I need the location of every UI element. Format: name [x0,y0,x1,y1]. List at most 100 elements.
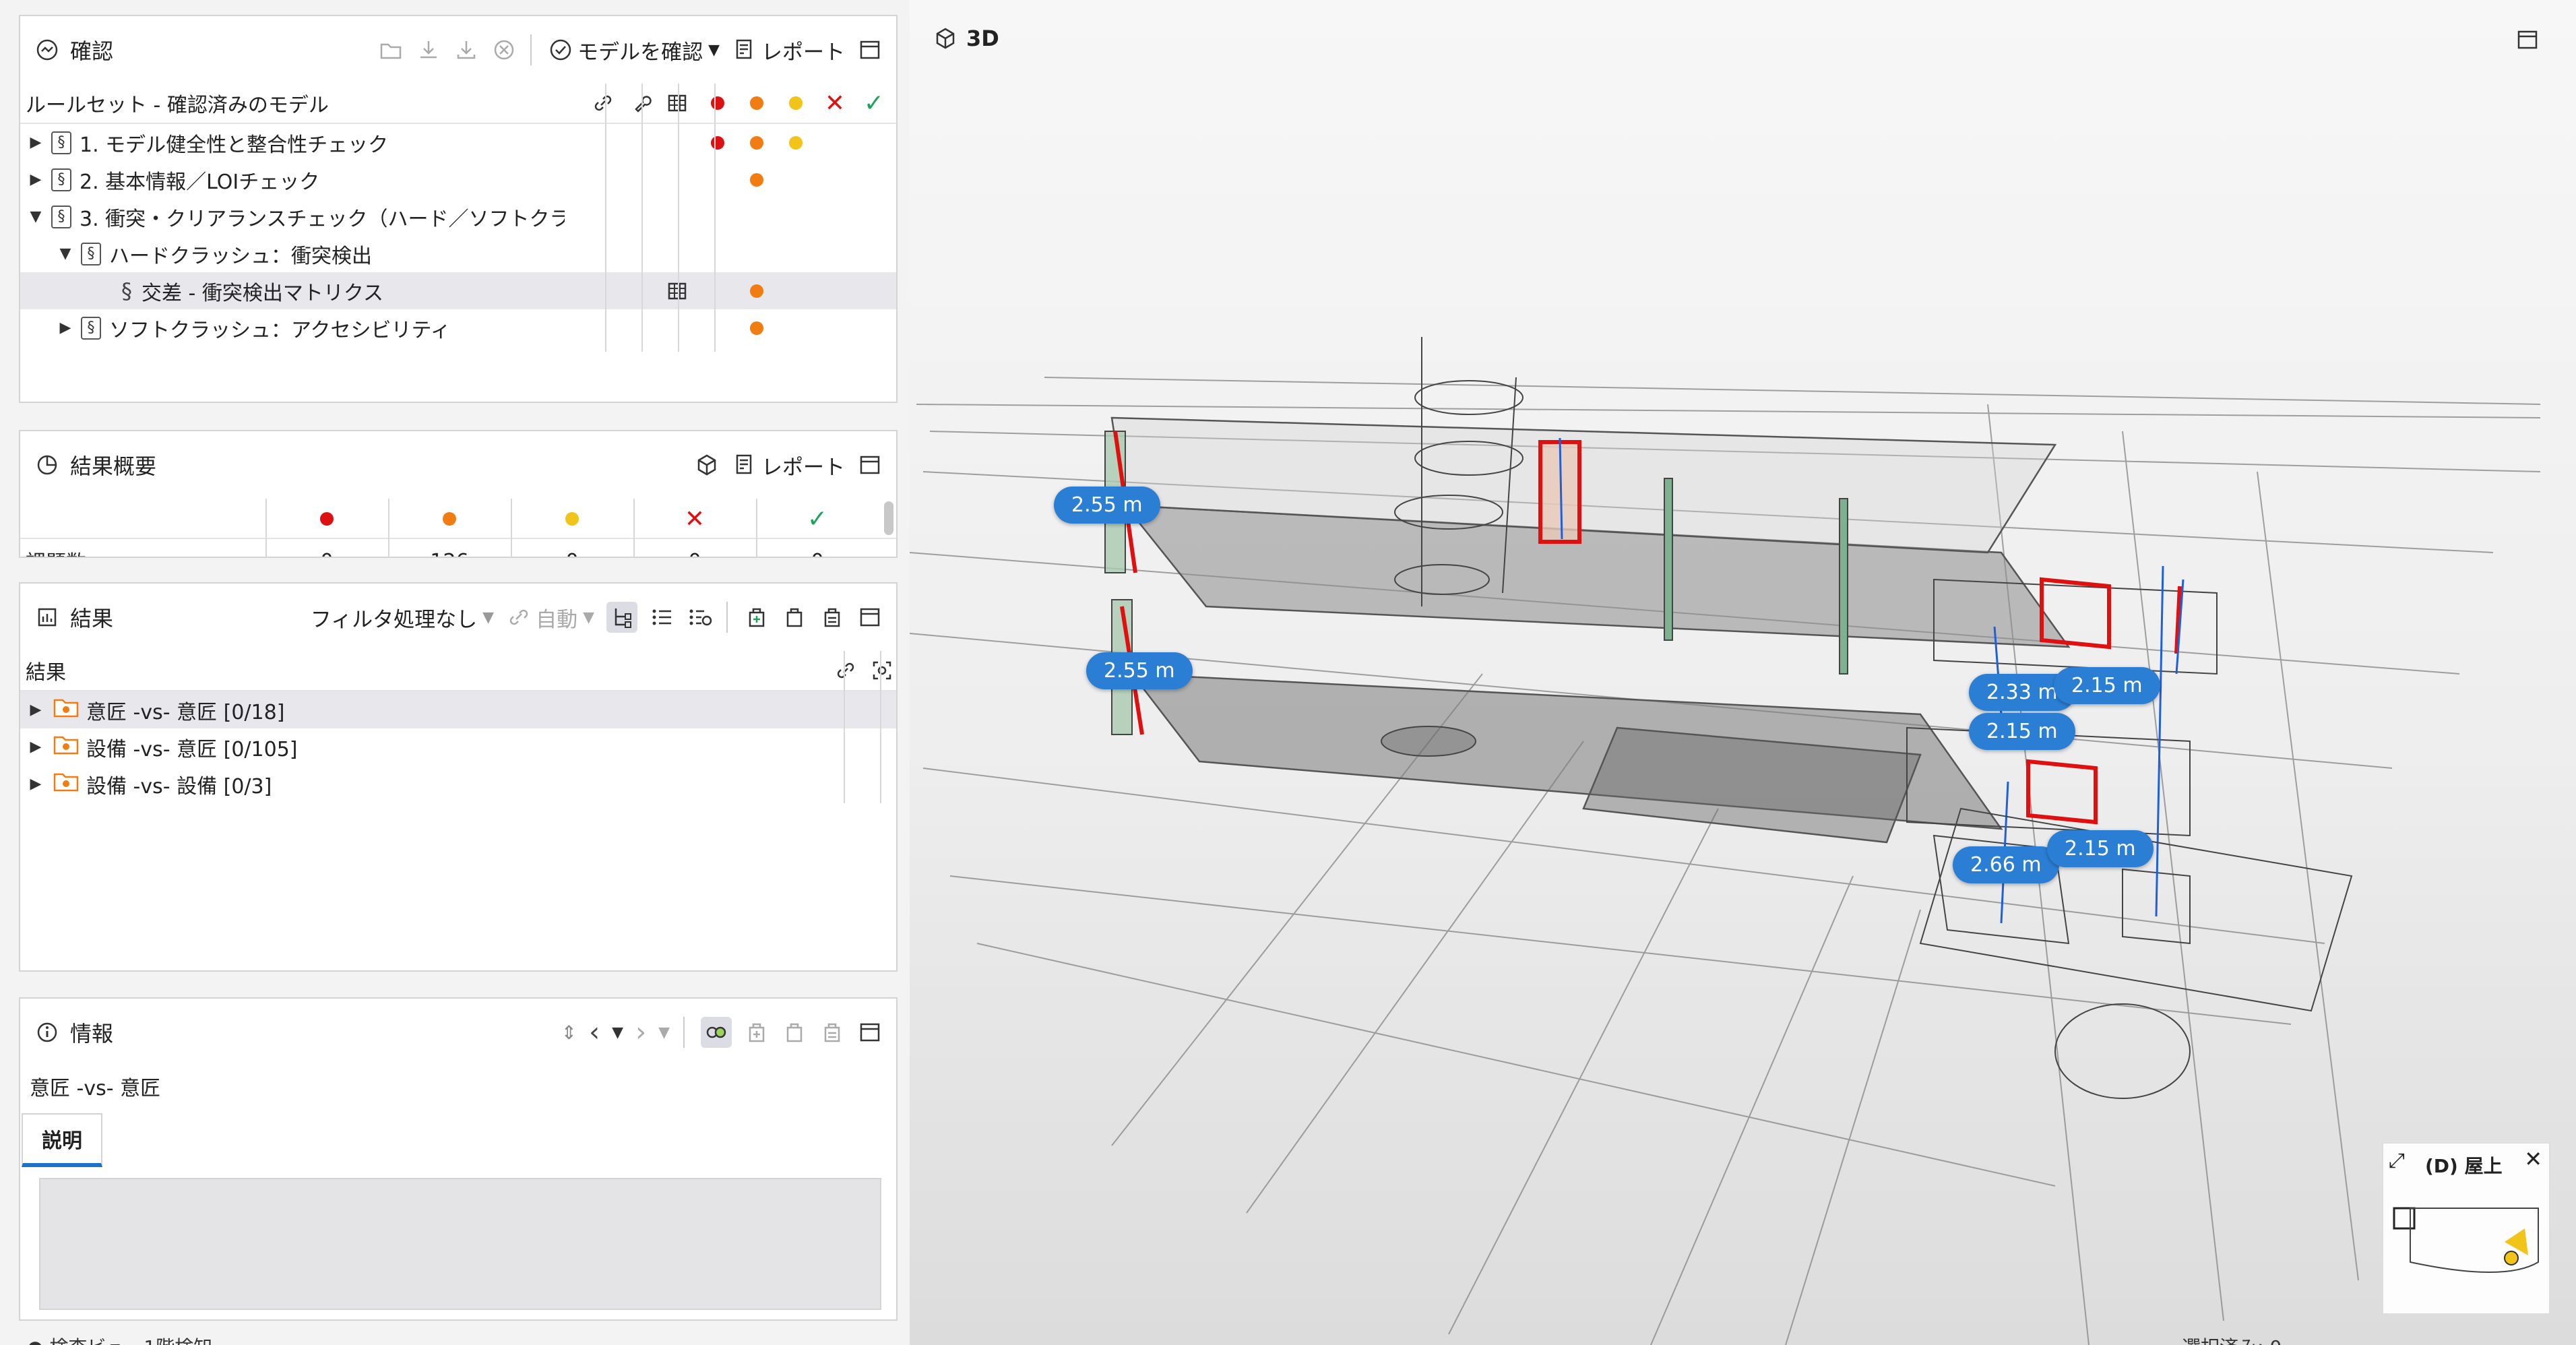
measurement-badge[interactable]: 2.15 m [2047,830,2154,867]
clipboard-icon[interactable] [782,1020,807,1045]
toolbar-divider [726,602,728,633]
major-indicator [740,124,774,161]
tree-row-6[interactable]: ▶ § ソフトクラッシュ：アクセシビリティ [20,309,896,346]
list-settings-icon[interactable] [687,604,713,630]
link-icon [509,609,528,625]
panel-toggle-icon[interactable] [857,37,883,63]
passed-icon: ✓ [863,89,885,117]
matrix-icon[interactable] [660,272,694,309]
report-button[interactable]: レポート [732,35,845,65]
tree-row-4[interactable]: ▼ § ハードクラッシュ：衝突検出 [20,235,896,272]
tree-row-label: ソフトクラッシュ：アクセシビリティ [109,318,451,342]
expand-icon[interactable]: ⤢ [2389,1149,2405,1172]
expand-icon[interactable]: ▶ [26,171,46,188]
clear-icon[interactable] [491,37,517,63]
scrollbar[interactable] [884,501,893,535]
clipboard-list-icon[interactable] [819,1020,845,1045]
link-toggle-icon[interactable] [701,1017,732,1048]
folder-icon[interactable] [378,37,404,63]
tab-description[interactable]: 説明 [22,1113,102,1167]
expand-icon[interactable]: ▶ [26,739,46,755]
description-area[interactable] [39,1178,881,1310]
ruleset-column-title: ルールセット - 確認済みのモデル [26,94,329,117]
sort-icon[interactable]: ⇕ [561,1022,577,1044]
panel-toggle-icon[interactable] [857,452,883,478]
panel-toggle-icon[interactable] [857,604,883,630]
tree-row-1[interactable]: ▶ § 1. モデル健全性と整合性チェック [20,124,896,161]
info-subject: 意匠 -vs- 意匠 [30,1077,161,1100]
minimap[interactable]: ⤢ (D) 屋上 ✕ [2382,1142,2550,1315]
column-divider [633,499,635,557]
download-all-icon[interactable] [453,37,479,63]
column-divider [880,651,881,803]
result-row-3[interactable]: ▶ 設備 -vs- 設備 [0/3] [20,765,896,803]
collapse-icon[interactable]: ▼ [55,245,75,262]
table-column-icon [660,83,694,123]
major-indicator [740,272,774,309]
summary-panel: 結果概要 レポート ✕ ✓ 課題数 0 126 0 0 [19,430,898,558]
measurement-badge[interactable]: 2.15 m [1969,713,2075,750]
download-icon[interactable] [416,37,441,63]
caret-down-icon: ▼ [708,41,720,59]
measurement-badge[interactable]: 2.15 m [2054,667,2160,704]
severity-critical-icon [265,499,388,539]
toolbar-divider [683,1017,685,1048]
column-divider [756,499,757,557]
check-panel: 確認 モデルを確認 ▼ レポート ルールセット - 確認済みのモデル ✕ ✓ ▶… [19,15,898,403]
section-icon: § [81,242,101,265]
panel-toggle-icon[interactable] [857,1020,883,1045]
issue-folder-icon [53,696,80,724]
info-panel: 情報 ⇕ ‹ ▼ › ▼ 意匠 -vs- 意匠 説明 [19,997,898,1321]
3d-viewport[interactable]: 3D 2.55 m 2.55 m 2.33 m 2.15 m 2.15 m 2.… [910,0,2576,1345]
expand-icon[interactable]: ▶ [55,319,75,336]
issue-folder-icon [53,770,80,799]
tree-view-icon[interactable] [606,602,637,633]
summary-row-label: 課題数 [26,546,86,557]
measurement-badge[interactable]: 2.66 m [1953,846,2059,883]
clipboard-list-icon[interactable] [819,604,845,630]
summary-panel-header: 結果概要 レポート [20,431,896,499]
caret-down-icon[interactable]: ▼ [612,1024,623,1041]
tree-row-2[interactable]: ▶ § 2. 基本情報／LOIチェック [20,161,896,198]
result-row-1[interactable]: ▶ 意匠 -vs- 意匠 [0/18] [20,691,896,728]
expand-icon[interactable]: ▶ [26,701,46,718]
close-icon[interactable]: ✕ [2524,1146,2542,1172]
column-divider [641,84,643,352]
auto-dropdown[interactable]: 自動 ▼ [506,602,594,633]
tree-row-3[interactable]: ▼ § 3. 衝突・クリアランスチェック（ハード／ソフトクラ [20,198,896,235]
list-view-icon[interactable] [650,604,675,630]
previous-icon[interactable]: ‹ [589,1017,600,1048]
major-count: 126 [388,544,511,557]
cube-icon[interactable] [694,452,720,478]
check-panel-icon [34,36,61,63]
summary-report-button[interactable]: レポート [732,450,845,480]
next-icon[interactable]: › [635,1017,646,1048]
clipboard-icon[interactable] [782,604,807,630]
caret-down-icon: ▼ [583,608,594,626]
tree-row-label: 1. モデル健全性と整合性チェック [80,133,389,157]
collapse-icon[interactable]: ▼ [26,208,46,225]
results-panel: 結果 フィルタ処理なし ▼ 自動 ▼ 結果 ▶ 意匠 -vs- 意匠 [0/18… [19,582,898,972]
tree-row-5[interactable]: § 交差 - 衝突検出マトリクス [20,272,896,309]
bar-chart-icon [34,604,61,631]
filter-dropdown[interactable]: フィルタ処理なし ▼ [311,602,494,633]
add-issue-icon[interactable] [744,604,769,630]
result-row-2[interactable]: ▶ 設備 -vs- 意匠 [0/105] [20,728,896,765]
column-divider [511,499,512,557]
section-icon: § [81,316,101,340]
caret-down-icon: ▼ [482,608,495,626]
ruleset-column-header: ルールセット - 確認済みのモデル ✕ ✓ [20,84,896,124]
focus-column-icon [865,650,899,691]
caret-down-icon[interactable]: ▼ [658,1024,670,1041]
column-divider [844,651,845,803]
add-issue-icon[interactable] [744,1020,769,1045]
summary-table: ✕ ✓ 課題数 0 126 0 0 0 [20,499,896,557]
passed-count: 0 [756,544,879,557]
passed-icon: ✓ [807,505,828,533]
expand-icon[interactable]: ▶ [26,134,46,151]
check-model-button[interactable]: モデルを確認 ▼ [548,35,720,65]
measurement-badge[interactable]: 2.55 m [1086,652,1193,689]
measurement-badge[interactable]: 2.55 m [1054,487,1160,524]
expand-icon[interactable]: ▶ [26,776,46,792]
issue-folder-icon [53,733,80,761]
